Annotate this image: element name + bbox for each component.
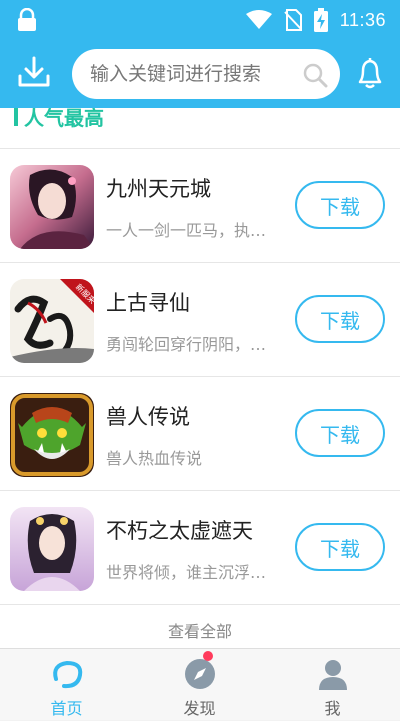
tab-label: 我 (324, 699, 341, 718)
game-description: 一人一剑一匹马，执… (106, 221, 267, 240)
tab-label: 发现 (183, 699, 216, 718)
game-name: 九州天元城 (106, 177, 211, 201)
status-bar: 11:36 (0, 0, 400, 40)
game-icon-buxiu[interactable] (10, 507, 94, 591)
home-icon (52, 660, 82, 689)
compass-icon (184, 659, 215, 689)
download-button[interactable]: 下载 (295, 181, 385, 229)
user-icon (318, 660, 347, 690)
download-button[interactable]: 下载 (295, 409, 385, 457)
game-description: 世界将倾，谁主沉浮… (106, 563, 267, 582)
download-button[interactable]: 下载 (295, 295, 385, 343)
game-row[interactable]: 不朽之太虚遮天 世界将倾，谁主沉浮… 下载 (0, 491, 400, 605)
download-button[interactable]: 下载 (295, 523, 385, 571)
search-bar[interactable] (72, 49, 340, 99)
tab-me[interactable]: 我 (266, 649, 399, 721)
game-icon-jiuzhou[interactable] (10, 165, 94, 249)
game-row[interactable]: 兽人传说 兽人热血传说 下载 (0, 377, 400, 491)
tab-home[interactable]: 首页 (0, 649, 133, 721)
game-icon-shouren[interactable] (10, 393, 94, 477)
game-name: 兽人传说 (106, 405, 190, 429)
download-icon[interactable] (16, 54, 52, 90)
section-header: 人气最高 (14, 108, 104, 130)
game-row[interactable]: 九州天元城 一人一剑一匹马，执… 下载 (0, 149, 400, 263)
wifi-icon (245, 10, 272, 29)
lock-icon (18, 8, 36, 31)
search-input[interactable] (90, 49, 300, 99)
game-icon-shanggu[interactable]: 新服来 (10, 279, 94, 363)
game-row[interactable]: 新服来 上古寻仙 勇闯轮回穿行阴阳，… 下载 (0, 263, 400, 377)
section-marker (14, 108, 18, 126)
game-list-section: 人气最高 九州天元城 一人一剑一匹马，执… 下载 新服来 上古寻仙 勇闯轮回穿行… (0, 108, 400, 648)
bell-icon[interactable] (354, 56, 386, 90)
top-header (0, 40, 400, 108)
game-description: 兽人热血传说 (106, 449, 203, 468)
search-icon[interactable] (302, 62, 328, 88)
game-description: 勇闯轮回穿行阴阳，… (106, 335, 267, 354)
notification-dot (203, 651, 213, 661)
no-sim-icon (284, 9, 302, 31)
game-name: 上古寻仙 (106, 291, 190, 315)
status-time: 11:36 (339, 9, 386, 30)
bottom-tab-bar: 首页 发现 我 (0, 648, 400, 720)
game-name: 不朽之太虚遮天 (106, 519, 253, 543)
section-title: 人气最高 (24, 108, 104, 130)
tab-label: 首页 (50, 699, 83, 718)
see-all-link[interactable]: 查看全部 (0, 618, 400, 642)
tab-discover[interactable]: 发现 (133, 649, 266, 721)
system-icons: 11:36 (245, 8, 386, 32)
battery-charging-icon (313, 8, 328, 32)
